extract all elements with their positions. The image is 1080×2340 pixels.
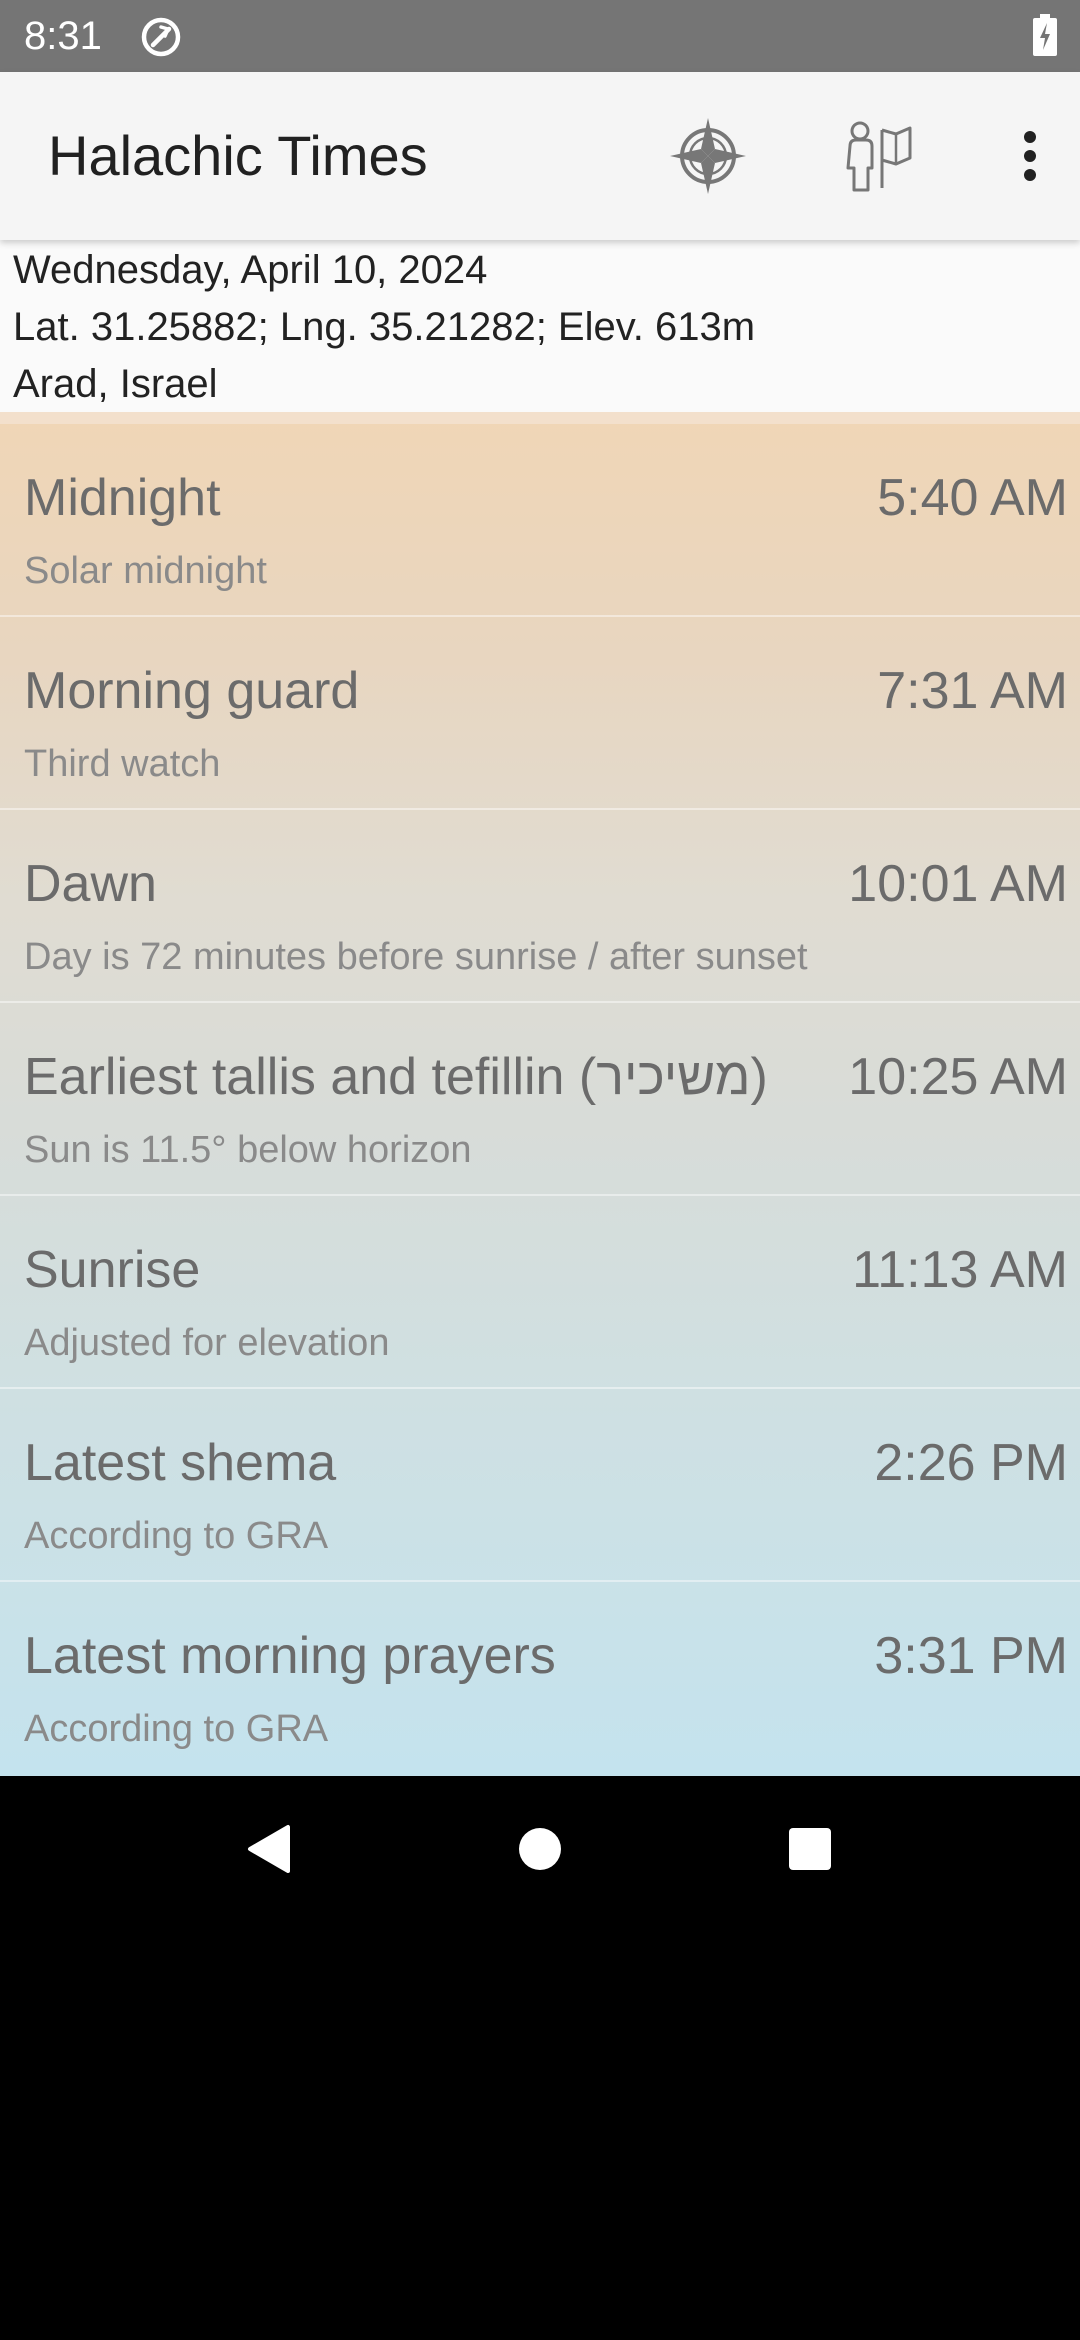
- header-date: Wednesday, April 10, 2024: [13, 248, 488, 292]
- item-title: Morning guard: [24, 662, 360, 720]
- status-bar: 8:31: [0, 0, 1080, 72]
- item-summary: According to GRA: [24, 1515, 329, 1557]
- location-map-icon: [846, 121, 912, 192]
- screen: 8:31 Halachic Times Wednesday, April 10,…: [0, 0, 1080, 2340]
- item-summary: Third watch: [24, 743, 221, 785]
- app-title: Halachic Times: [48, 124, 428, 187]
- compass-button[interactable]: [664, 112, 752, 200]
- item-summary: According to GRA: [24, 1708, 329, 1750]
- recents-button[interactable]: [765, 1804, 855, 1894]
- list-item-latest-shema[interactable]: Latest shema 2:26 PM According to GRA: [0, 1389, 1080, 1582]
- header-coordinates: Lat. 31.25882; Lng. 35.21282; Elev. 613m: [13, 305, 756, 349]
- item-time: 11:13 AM: [852, 1241, 1068, 1299]
- overflow-menu-button[interactable]: [1000, 112, 1060, 200]
- item-title: Sunrise: [24, 1241, 201, 1299]
- list-top-strip: [0, 412, 1080, 424]
- item-title: Latest shema: [24, 1434, 337, 1492]
- recents-square-icon: [789, 1828, 831, 1870]
- item-time: 10:25 AM: [848, 1048, 1068, 1106]
- item-time: 2:26 PM: [874, 1434, 1068, 1492]
- battery-charging-icon: [1033, 14, 1057, 56]
- list-item-tallis-tefillin[interactable]: Earliest tallis and tefillin (משיכיר) 10…: [0, 1003, 1080, 1196]
- item-title: Earliest tallis and tefillin (משיכיר): [24, 1048, 768, 1106]
- list-item-morning-guard[interactable]: Morning guard 7:31 AM Third watch: [0, 617, 1080, 810]
- back-triangle-icon: [248, 1825, 290, 1873]
- header-location: Arad, Israel: [13, 362, 218, 406]
- status-time: 8:31: [24, 14, 102, 58]
- location-header[interactable]: Wednesday, April 10, 2024 Lat. 31.25882;…: [0, 240, 1080, 412]
- item-time: 10:01 AM: [848, 855, 1068, 913]
- location-button[interactable]: [834, 112, 922, 200]
- app-bar: Halachic Times: [0, 72, 1080, 240]
- item-title: Latest morning prayers: [24, 1627, 556, 1685]
- home-button[interactable]: [495, 1804, 585, 1894]
- home-circle-icon: [519, 1828, 561, 1870]
- list-item-dawn[interactable]: Dawn 10:01 AM Day is 72 minutes before s…: [0, 810, 1080, 1003]
- item-title: Midnight: [24, 469, 221, 527]
- navigation-bar: [0, 1776, 1080, 1920]
- sync-icon: [141, 17, 181, 57]
- item-title: Dawn: [24, 855, 157, 913]
- item-summary: Adjusted for elevation: [24, 1322, 390, 1364]
- item-time: 7:31 AM: [877, 662, 1068, 720]
- times-list[interactable]: Midnight 5:40 AM Solar midnight Morning …: [0, 412, 1080, 1776]
- list-item-latest-morning-prayers[interactable]: Latest morning prayers 3:31 PM According…: [0, 1582, 1080, 1775]
- item-summary: Day is 72 minutes before sunrise / after…: [24, 936, 808, 978]
- compass-icon: [670, 118, 746, 194]
- item-summary: Solar midnight: [24, 550, 267, 592]
- screen-bottom-area: [0, 1920, 1080, 2340]
- more-vert-icon: [1024, 131, 1036, 181]
- list-item-sunrise[interactable]: Sunrise 11:13 AM Adjusted for elevation: [0, 1196, 1080, 1389]
- item-summary: Sun is 11.5° below horizon: [24, 1129, 472, 1171]
- item-time: 3:31 PM: [874, 1627, 1068, 1685]
- list-item-midnight[interactable]: Midnight 5:40 AM Solar midnight: [0, 424, 1080, 617]
- back-button[interactable]: [223, 1804, 313, 1894]
- item-time: 5:40 AM: [877, 469, 1068, 527]
